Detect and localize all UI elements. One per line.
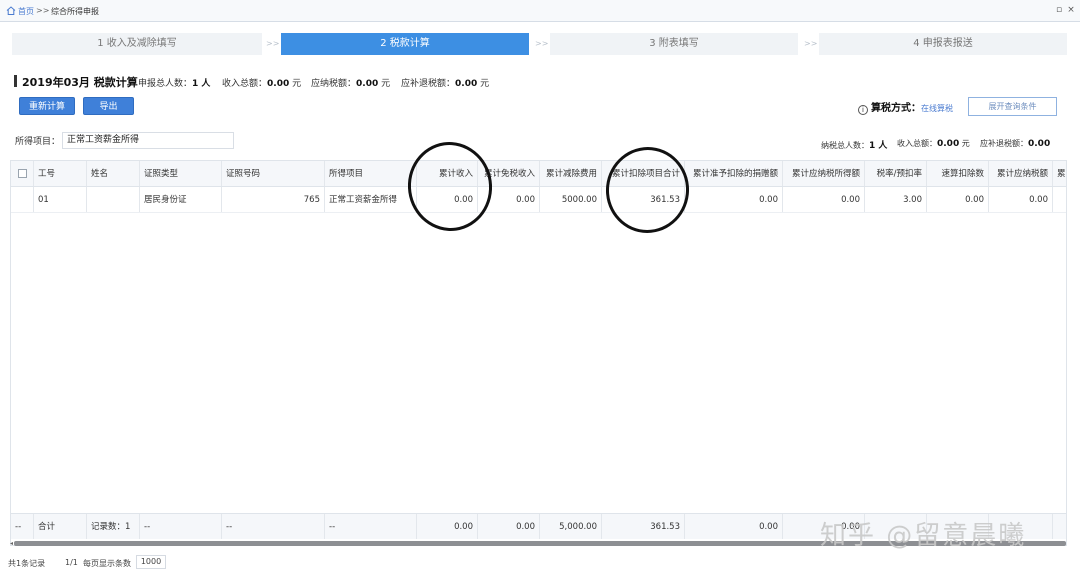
breadcrumb-separator: >> (36, 6, 50, 15)
pager-total-records: 共1条记录 (8, 559, 46, 568)
watermark: 知乎 @留意晨曦 (820, 521, 1027, 551)
column-header[interactable]: 累计应纳税额 (989, 161, 1053, 186)
cell-id-number: 765 (222, 187, 325, 212)
table-row[interactable]: 01 居民身份证 765 正常工资薪金所得 0.00 0.00 5000.00 … (11, 187, 1066, 213)
calc-method: i 算税方式：在线算税 (858, 99, 953, 115)
page-title: 2019年03月 税款计算 (22, 76, 138, 89)
cell-quick-deduction: 0.00 (927, 187, 989, 212)
cell-id-type: 居民身份证 (140, 187, 222, 212)
tax-table: 工号 姓名 证照类型 证照号码 所得项目 累计收入 累计免税收入 累计减除费用 … (10, 160, 1067, 546)
step-2-tax-calculation[interactable]: 2 税款计算 (281, 33, 529, 55)
step-arrow: >> (535, 39, 549, 48)
footer-cell: 5,000.00 (540, 514, 602, 539)
info-icon: i (858, 105, 868, 115)
cell-deduction-fee: 5000.00 (540, 187, 602, 212)
top-breadcrumb-bar: 首页 >> 综合所得申报 ▫ × (0, 0, 1080, 22)
column-header[interactable]: 累计应纳税所得额 (783, 161, 865, 186)
cell-tax-payable: 0.00 (989, 187, 1053, 212)
right-refund: 应补退税额：0.00 (980, 139, 1051, 149)
declare-count: 申报总人数：1 人 (138, 79, 211, 89)
export-button[interactable]: 导出 (83, 97, 134, 115)
pager-page-size-label: 每页显示条数 (83, 559, 131, 568)
refund-amount: 应补退税额：0.00 元 (401, 79, 490, 89)
cell-employee-id: 01 (34, 187, 87, 212)
footer-cell: -- (11, 514, 34, 539)
row-checkbox-cell[interactable] (11, 187, 34, 212)
close-icon[interactable]: × (1066, 5, 1076, 15)
footer-cell: -- (140, 514, 222, 539)
income-item-label: 所得项目： (15, 137, 61, 147)
step-arrow: >> (266, 39, 280, 48)
step-3-attachment[interactable]: 3 附表填写 (550, 33, 798, 55)
column-header[interactable]: 累计准予扣除的捐赠额 (685, 161, 783, 186)
breadcrumb-current: 综合所得申报 (51, 7, 99, 16)
page-size-input[interactable]: 1000 (136, 555, 166, 569)
select-all-checkbox[interactable] (17, 169, 27, 178)
column-header[interactable]: 工号 (34, 161, 87, 186)
cell-income-item: 正常工资薪金所得 (325, 187, 417, 212)
footer-cell (1053, 514, 1066, 539)
income-total: 收入总额：0.00 元 (222, 79, 302, 89)
restore-icon[interactable]: ▫ (1054, 5, 1064, 15)
footer-cell: -- (222, 514, 325, 539)
column-header[interactable]: 姓名 (87, 161, 140, 186)
column-header[interactable]: 所得项目 (325, 161, 417, 186)
cell-overflow (1053, 187, 1066, 212)
cell-taxable-income: 0.00 (783, 187, 865, 212)
footer-cell: 合计 (34, 514, 87, 539)
footer-cell: 0.00 (417, 514, 478, 539)
column-header[interactable]: 速算扣除数 (927, 161, 989, 186)
cell-donation: 0.00 (685, 187, 783, 212)
step-arrow: >> (804, 39, 818, 48)
step-bar: 1 收入及减除填写 >> 2 税款计算 >> 3 附表填写 >> 4 申报表报送 (12, 33, 1067, 55)
column-header[interactable]: 证照号码 (222, 161, 325, 186)
column-header[interactable]: 税率/预扣率 (865, 161, 927, 186)
pager-page: 1/1 (65, 558, 78, 567)
breadcrumb-home-link[interactable]: 首页 (18, 6, 34, 17)
step-4-submit[interactable]: 4 申报表报送 (819, 33, 1067, 55)
footer-cell: 记录数：1 (87, 514, 140, 539)
right-income-total: 收入总额：0.00 元 (897, 139, 970, 149)
home-icon[interactable] (6, 6, 16, 15)
income-item-select[interactable]: 正常工资薪金所得 (62, 132, 234, 149)
column-header[interactable]: 累 (1053, 161, 1066, 186)
column-header[interactable]: 证照类型 (140, 161, 222, 186)
header-checkbox-cell[interactable] (11, 161, 34, 186)
table-header: 工号 姓名 证照类型 证照号码 所得项目 累计收入 累计免税收入 累计减除费用 … (11, 161, 1066, 187)
expand-query-button[interactable]: 展开查询条件 (968, 97, 1057, 116)
footer-cell: 361.53 (602, 514, 685, 539)
footer-cell: 0.00 (478, 514, 540, 539)
taxpayer-count: 纳税总人数：1 人 (821, 141, 888, 151)
step-1-income[interactable]: 1 收入及减除填写 (12, 33, 262, 55)
recalculate-button[interactable]: 重新计算 (19, 97, 75, 115)
cell-name (87, 187, 140, 212)
footer-cell: -- (325, 514, 417, 539)
column-header[interactable]: 累计减除费用 (540, 161, 602, 186)
footer-cell: 0.00 (685, 514, 783, 539)
tax-payable: 应纳税额：0.00 元 (311, 79, 391, 89)
calc-method-value[interactable]: 在线算税 (921, 104, 953, 113)
cell-tax-rate: 3.00 (865, 187, 927, 212)
section-marker (14, 75, 17, 87)
